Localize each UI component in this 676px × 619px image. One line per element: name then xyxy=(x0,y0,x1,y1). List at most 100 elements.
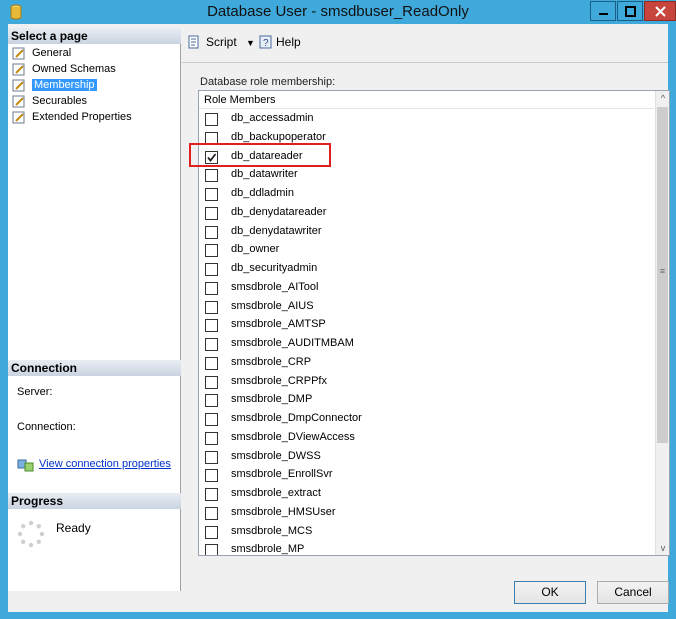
role-row[interactable]: smsdbrole_AIUS xyxy=(199,298,654,317)
chevron-down-icon[interactable]: ▼ xyxy=(246,38,255,48)
role-checkbox[interactable] xyxy=(205,113,218,126)
role-row[interactable]: db_securityadmin xyxy=(199,260,654,279)
role-name: db_datawriter xyxy=(231,168,298,181)
svg-text:?: ? xyxy=(263,38,269,49)
role-checkbox[interactable] xyxy=(205,300,218,314)
role-name: db_securityadmin xyxy=(231,262,318,274)
role-row[interactable]: db_datawriter xyxy=(199,166,654,185)
select-page-header: Select a page xyxy=(8,28,181,44)
role-checkbox[interactable] xyxy=(205,544,218,555)
help-icon: ? xyxy=(259,35,272,49)
page-wrench-icon xyxy=(12,111,25,124)
page-item-label: Membership xyxy=(32,79,97,91)
role-row[interactable]: db_denydatawriter xyxy=(199,223,654,242)
role-checkbox[interactable] xyxy=(205,488,218,501)
view-connection-properties-link[interactable]: View connection properties xyxy=(17,458,171,472)
script-button[interactable]: Script ▼ xyxy=(186,35,255,49)
cancel-button[interactable]: Cancel xyxy=(597,581,669,604)
role-checkbox[interactable] xyxy=(205,338,218,351)
role-name: smsdbrole_MCS xyxy=(231,524,313,537)
left-pane: Select a page General Owned Schemas Memb… xyxy=(8,28,181,591)
role-row[interactable]: db_denydatareader xyxy=(199,204,654,223)
connection-properties-icon xyxy=(17,459,34,472)
role-name: db_backupoperator xyxy=(231,130,326,143)
role-row[interactable]: db_accessadmin xyxy=(199,110,654,129)
role-rows: db_accessadmin db_backupoperator db_datare… xyxy=(199,110,654,555)
page-item-label: General xyxy=(32,47,72,59)
role-name: smsdbrole_extract xyxy=(231,487,321,499)
role-row[interactable]: smsdbrole_DWSS xyxy=(199,448,654,467)
role-checkbox[interactable] xyxy=(205,263,218,276)
role-row[interactable]: smsdbrole_MP xyxy=(199,541,654,555)
role-row[interactable]: smsdbrole_CRPPfx xyxy=(199,373,654,392)
ok-button[interactable]: OK xyxy=(514,581,586,604)
role-row[interactable]: db_ddladmin xyxy=(199,185,654,204)
server-label: Server: xyxy=(17,386,53,398)
role-members-column-header[interactable]: Role Members xyxy=(199,91,654,109)
role-name: smsdbrole_DViewAccess xyxy=(231,430,355,443)
role-row[interactable]: smsdbrole_EnrollSvr xyxy=(199,466,654,485)
minimize-button[interactable] xyxy=(590,1,616,21)
progress-status: Ready xyxy=(56,521,91,535)
role-row[interactable]: smsdbrole_AMTSP xyxy=(199,316,654,335)
page-wrench-icon xyxy=(12,63,25,76)
progress-spinner-icon xyxy=(17,520,45,548)
role-name: smsdbrole_DmpConnector xyxy=(231,412,362,424)
role-checkbox[interactable] xyxy=(205,356,218,370)
page-wrench-icon xyxy=(12,79,25,92)
role-checkbox[interactable] xyxy=(205,244,218,258)
role-membership-label: Database role membership: xyxy=(200,76,336,88)
page-item-membership[interactable]: Membership xyxy=(12,78,97,93)
page-item-securables[interactable]: Securables xyxy=(12,94,87,109)
role-name: db_ddladmin xyxy=(231,187,294,199)
scrollbar-thumb[interactable]: ≡ xyxy=(657,107,668,443)
role-name: db_denydatareader xyxy=(231,205,327,218)
page-item-owned-schemas[interactable]: Owned Schemas xyxy=(12,62,116,77)
close-button[interactable] xyxy=(644,1,676,21)
role-checkbox[interactable] xyxy=(205,431,218,445)
role-row[interactable]: smsdbrole_DViewAccess xyxy=(199,429,654,448)
role-checkbox[interactable] xyxy=(205,469,218,483)
role-row[interactable]: smsdbrole_HMSUser xyxy=(199,504,654,523)
role-row[interactable]: smsdbrole_DMP xyxy=(199,391,654,410)
role-checkbox[interactable] xyxy=(205,413,218,426)
window-title: Database User - smsdbuser_ReadOnly xyxy=(207,3,469,20)
role-checkbox[interactable] xyxy=(205,450,218,464)
role-name: smsdbrole_DWSS xyxy=(231,449,321,462)
role-row[interactable]: smsdbrole_MCS xyxy=(199,523,654,542)
role-row[interactable]: smsdbrole_DmpConnector xyxy=(199,410,654,429)
role-checkbox[interactable] xyxy=(205,206,218,220)
role-checkbox[interactable] xyxy=(205,281,218,295)
role-checkbox[interactable] xyxy=(205,188,218,201)
role-name: smsdbrole_AMTSP xyxy=(231,318,326,331)
page-item-extended-properties[interactable]: Extended Properties xyxy=(12,110,132,125)
role-name: smsdbrole_CRPPfx xyxy=(231,374,327,387)
role-checkbox[interactable] xyxy=(205,225,218,239)
scroll-up-arrow-icon[interactable]: ^ xyxy=(656,91,669,105)
list-scrollbar[interactable]: ^ ≡ v xyxy=(655,91,669,555)
page-item-label: Securables xyxy=(32,95,88,107)
dialog-client-area: Select a page General Owned Schemas Memb… xyxy=(8,24,670,612)
role-row[interactable]: smsdbrole_AUDITMBAM xyxy=(199,335,654,354)
role-row[interactable]: smsdbrole_CRP xyxy=(199,354,654,373)
role-checkbox[interactable] xyxy=(205,506,218,520)
role-checkbox[interactable] xyxy=(205,169,218,183)
role-checkbox[interactable] xyxy=(205,525,218,539)
page-wrench-icon xyxy=(12,95,25,108)
role-name: smsdbrole_CRP xyxy=(231,355,312,368)
role-checkbox[interactable] xyxy=(205,375,218,389)
role-checkbox[interactable] xyxy=(205,394,218,408)
page-item-general[interactable]: General xyxy=(12,46,71,61)
role-checkbox[interactable] xyxy=(205,319,218,333)
role-name: smsdbrole_DMP xyxy=(231,393,313,406)
role-row[interactable]: smsdbrole_AITool xyxy=(199,279,654,298)
title-bar[interactable]: Database User - smsdbuser_ReadOnly xyxy=(0,0,676,24)
maximize-button[interactable] xyxy=(617,1,643,21)
toolbar: Script ▼ ? Help xyxy=(186,32,666,54)
role-row[interactable]: db_owner xyxy=(199,241,654,260)
scroll-down-arrow-icon[interactable]: v xyxy=(656,541,669,555)
highlight-box xyxy=(189,143,331,167)
role-row[interactable]: smsdbrole_extract xyxy=(199,485,654,504)
help-button[interactable]: ? Help xyxy=(258,35,301,49)
role-name: db_denydatawriter xyxy=(231,224,322,237)
